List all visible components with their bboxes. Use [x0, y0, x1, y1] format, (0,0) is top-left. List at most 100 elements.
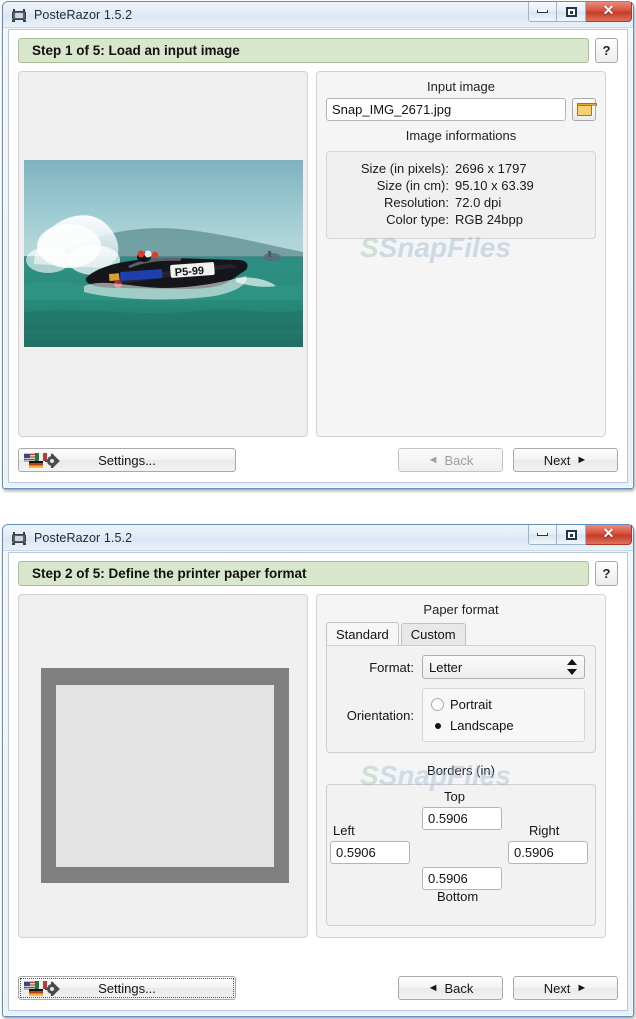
- input-filename-field[interactable]: Snap_IMG_2671.jpg: [326, 98, 566, 121]
- step-title-bar: Step 1 of 5: Load an input image: [18, 38, 589, 63]
- window-posterazor-step2: PosteRazor 1.5.2 ✕ Step 2 of 5: Define t…: [2, 524, 634, 1017]
- client-area-step2: Step 2 of 5: Define the printer paper fo…: [8, 552, 628, 1011]
- maximize-button[interactable]: [557, 2, 586, 22]
- close-button[interactable]: ✕: [586, 2, 632, 22]
- border-bottom-label: Bottom: [437, 889, 479, 904]
- border-bottom-input[interactable]: 0.5906: [422, 867, 502, 890]
- paper-preview-pane: [18, 594, 308, 938]
- border-top-label: Top: [444, 789, 465, 804]
- info-value: 2696 x 1797: [455, 161, 527, 176]
- info-key: Size (in pixels):: [360, 161, 449, 176]
- chevron-updown-icon: [567, 659, 578, 675]
- paper-format-group-label: Paper format: [423, 602, 499, 617]
- tab-standard[interactable]: Standard: [326, 622, 399, 645]
- arrow-left-icon: ◄: [427, 454, 439, 466]
- maximize-icon: [565, 6, 577, 17]
- maximize-icon: [565, 529, 577, 540]
- browse-button[interactable]: [572, 98, 597, 121]
- minimize-button[interactable]: [528, 2, 557, 22]
- posterazor-icon: [11, 530, 27, 546]
- border-left-input[interactable]: 0.5906: [330, 841, 410, 864]
- minimize-button[interactable]: [528, 525, 557, 545]
- info-key: Color type:: [386, 212, 449, 227]
- input-image-group-label: Input image: [427, 79, 495, 94]
- settings-button[interactable]: Settings...: [18, 448, 236, 472]
- format-row: Format: Letter: [337, 655, 585, 679]
- image-information-box: Size (in pixels): 2696 x 1797 Size (in c…: [326, 151, 596, 239]
- border-top-input[interactable]: 0.5906: [422, 807, 502, 830]
- client-area-step1: Step 1 of 5: Load an input image ? P5-99…: [8, 29, 628, 483]
- radio-portrait-icon: [431, 698, 444, 711]
- orientation-options: Portrait Landscape: [422, 688, 585, 742]
- radio-landscape[interactable]: Landscape: [431, 715, 576, 736]
- input-image-preview: P5-99: [24, 160, 303, 347]
- window-title: PosteRazor 1.5.2: [34, 530, 133, 545]
- radio-landscape-label: Landscape: [450, 718, 514, 733]
- tab-custom[interactable]: Custom: [400, 623, 466, 645]
- flags-gear-icon: [23, 981, 60, 997]
- info-value: 95.10 x 63.39: [455, 178, 534, 193]
- window-controls: ✕: [528, 525, 632, 546]
- minimize-icon: [537, 533, 548, 536]
- arrow-right-icon: ►: [576, 454, 588, 466]
- back-button[interactable]: ◄ Back: [398, 448, 503, 472]
- borders-group-label: Borders (in): [427, 763, 495, 778]
- step-title-bar: Step 2 of 5: Define the printer paper fo…: [18, 561, 589, 586]
- format-select[interactable]: Letter: [422, 655, 585, 679]
- next-button[interactable]: Next ►: [513, 976, 618, 1000]
- info-value: RGB 24bpp: [455, 212, 523, 227]
- next-button[interactable]: Next ►: [513, 448, 618, 472]
- posterazor-icon: [11, 7, 27, 23]
- input-image-pane: Input image Snap_IMG_2671.jpg Image info…: [316, 71, 606, 437]
- orientation-row: Orientation: Portrait Landscape: [337, 688, 585, 742]
- border-right-label: Right: [529, 823, 560, 838]
- info-row: Size (in pixels): 2696 x 1797: [337, 160, 585, 177]
- next-button-label: Next: [543, 452, 571, 468]
- close-button[interactable]: ✕: [586, 525, 632, 545]
- window-title: PosteRazor 1.5.2: [34, 7, 133, 22]
- step-header-row: Step 2 of 5: Define the printer paper fo…: [9, 553, 627, 586]
- maximize-button[interactable]: [557, 525, 586, 545]
- paper-preview: [41, 668, 289, 883]
- footer-bar-step2: Settings... ◄ Back Next ►: [9, 966, 627, 1010]
- close-icon: ✕: [602, 4, 615, 19]
- close-icon: ✕: [602, 527, 615, 542]
- flags-gear-icon: [23, 453, 60, 469]
- borders-panel: Top 0.5906 Left 0.5906 Right 0.5906 0.59…: [326, 784, 596, 926]
- title-bar[interactable]: PosteRazor 1.5.2 ✕: [3, 2, 633, 28]
- format-label: Format:: [369, 659, 414, 675]
- footer-bar-step1: Settings... ◄ Back Next ►: [9, 438, 627, 482]
- paper-format-pane: Paper format Standard Custom Format: Let…: [316, 594, 606, 938]
- border-left-label: Left: [333, 823, 355, 838]
- folder-icon: [576, 103, 597, 116]
- border-right-input[interactable]: 0.5906: [508, 841, 588, 864]
- window-controls: ✕: [528, 2, 632, 23]
- radio-landscape-icon: [431, 719, 444, 732]
- input-file-row: Snap_IMG_2671.jpg: [317, 98, 605, 121]
- help-button[interactable]: ?: [595, 38, 618, 63]
- panes-row: Paper format Standard Custom Format: Let…: [9, 586, 627, 938]
- radio-portrait[interactable]: Portrait: [431, 694, 576, 715]
- image-information-group-label: Image informations: [405, 128, 517, 143]
- radio-portrait-label: Portrait: [450, 697, 492, 712]
- back-button[interactable]: ◄ Back: [398, 976, 503, 1000]
- help-button[interactable]: ?: [595, 561, 618, 586]
- orientation-label: Orientation:: [346, 707, 414, 723]
- image-preview-pane: P5-99: [18, 71, 308, 437]
- step-header-row: Step 1 of 5: Load an input image ?: [9, 30, 627, 63]
- info-key: Size (in cm):: [376, 178, 449, 193]
- standard-tab-panel: Format: Letter Orientation: Portrait Lan…: [326, 645, 596, 753]
- info-row: Color type: RGB 24bpp: [337, 211, 585, 228]
- info-value: 72.0 dpi: [455, 195, 502, 210]
- back-button-label: Back: [444, 452, 474, 468]
- panes-row: P5-99 Input image Snap_IMG_2671.jpg Imag…: [9, 63, 627, 437]
- settings-button[interactable]: Settings...: [18, 976, 236, 1000]
- title-bar[interactable]: PosteRazor 1.5.2 ✕: [3, 525, 633, 551]
- next-button-label: Next: [543, 980, 571, 996]
- screen: PosteRazor 1.5.2 ✕ Step 1 of 5: Load an …: [0, 0, 636, 1019]
- svg-text:P5-99: P5-99: [174, 265, 204, 279]
- arrow-right-icon: ►: [576, 982, 588, 994]
- info-row: Resolution: 72.0 dpi: [337, 194, 585, 211]
- back-button-label: Back: [444, 980, 474, 996]
- info-key: Resolution:: [383, 195, 449, 210]
